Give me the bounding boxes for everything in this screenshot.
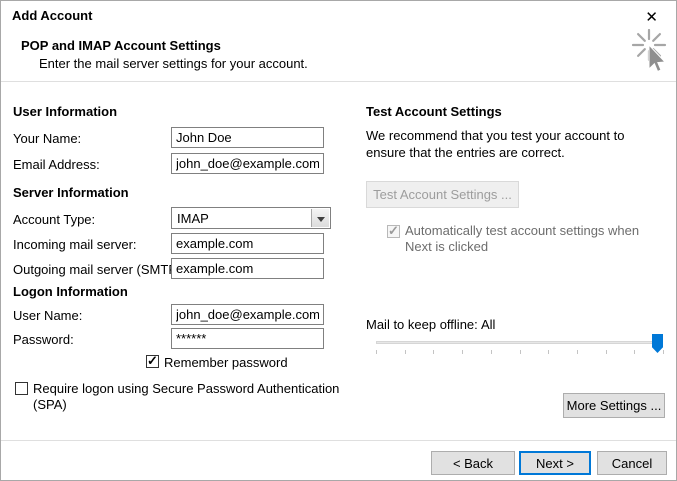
your-name-label: Your Name: — [13, 131, 82, 146]
dropdown-button[interactable] — [311, 209, 329, 227]
offline-label: Mail to keep offline: — [366, 317, 478, 332]
email-address-input[interactable] — [171, 153, 324, 174]
remember-password-label: Remember password — [164, 355, 288, 370]
header-divider — [1, 81, 676, 82]
window-title: Add Account — [12, 8, 93, 23]
slider-track[interactable] — [376, 341, 663, 344]
offline-value: All — [481, 317, 496, 332]
cancel-button[interactable]: Cancel — [597, 451, 667, 475]
account-type-label: Account Type: — [13, 212, 96, 227]
auto-test-checkbox[interactable] — [387, 223, 400, 239]
email-address-label: Email Address: — [13, 157, 100, 172]
user-name-label: User Name: — [13, 308, 83, 323]
account-type-value: IMAP — [177, 211, 209, 226]
server-information-heading: Server Information — [13, 185, 129, 200]
account-type-select[interactable]: IMAP — [171, 207, 331, 229]
remember-password-checkbox[interactable] — [146, 353, 159, 369]
outgoing-server-label: Outgoing mail server (SMTP): — [13, 262, 185, 277]
logon-information-heading: Logon Information — [13, 284, 128, 299]
spa-label: Require logon using Secure Password Auth… — [33, 381, 340, 412]
outgoing-server-input[interactable] — [171, 258, 324, 279]
password-input[interactable] — [171, 328, 324, 349]
close-icon[interactable]: ✕ — [639, 7, 664, 29]
more-settings-button[interactable]: More Settings ... — [563, 393, 665, 418]
next-button[interactable]: Next > — [519, 451, 591, 475]
user-information-heading: User Information — [13, 104, 118, 119]
footer-divider — [1, 440, 676, 441]
username-input[interactable] — [171, 304, 324, 325]
incoming-server-label: Incoming mail server: — [13, 237, 137, 252]
your-name-input[interactable] — [171, 127, 324, 148]
password-label: Password: — [13, 332, 74, 347]
test-account-settings-button[interactable]: Test Account Settings ... — [366, 181, 519, 208]
busy-cursor-icon — [631, 29, 667, 73]
slider-handle[interactable] — [652, 334, 663, 353]
offline-slider[interactable] — [376, 331, 664, 357]
page-subtitle: Enter the mail server settings for your … — [39, 56, 308, 71]
test-account-settings-heading: Test Account Settings — [366, 104, 502, 119]
test-description: We recommend that you test your account … — [366, 128, 625, 160]
page-title: POP and IMAP Account Settings — [21, 38, 221, 53]
add-account-dialog: Add Account ✕ POP and IMAP Account Setti… — [0, 0, 677, 481]
auto-test-label: Automatically test account settings when… — [405, 223, 640, 254]
spa-checkbox[interactable] — [15, 382, 28, 395]
incoming-server-input[interactable] — [171, 233, 324, 254]
chevron-down-icon — [317, 217, 325, 222]
back-button[interactable]: < Back — [431, 451, 515, 475]
